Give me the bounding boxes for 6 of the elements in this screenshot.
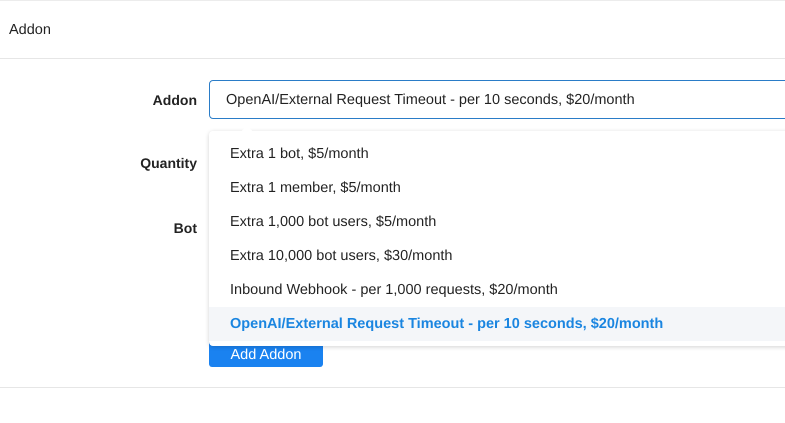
addon-select[interactable]: OpenAI/External Request Timeout - per 10 seconds, $20/month xyxy=(209,80,785,119)
field-label: Addon xyxy=(152,92,197,108)
page-title: Addon xyxy=(9,22,51,38)
field-label: Quantity xyxy=(140,155,197,171)
field-label: Bot xyxy=(174,220,197,236)
dropdown-option[interactable]: OpenAI/External Request Timeout - per 10 seconds, $20/month xyxy=(209,307,785,341)
